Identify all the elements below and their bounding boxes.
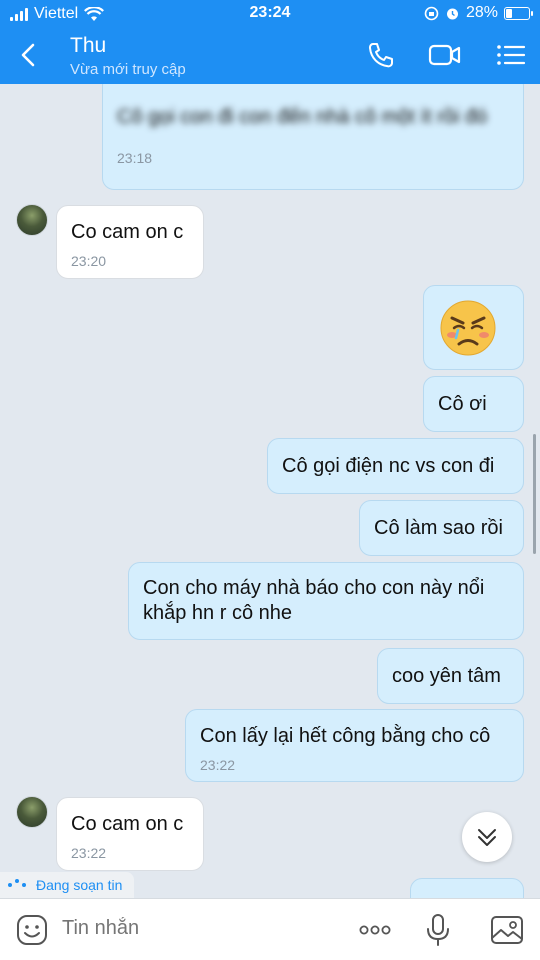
battery-icon <box>504 6 533 20</box>
message-bubble[interactable]: Con cho máy nhà báo cho con này nổi khắp… <box>128 562 524 640</box>
battery-fill <box>506 8 512 18</box>
avatar[interactable] <box>16 204 48 236</box>
video-call-icon[interactable] <box>428 40 462 70</box>
message-text: Co cam on c <box>71 813 184 835</box>
emoji-icon[interactable] <box>14 912 50 948</box>
message-input[interactable] <box>62 917 322 940</box>
message-bubble[interactable]: coo yên tâm <box>377 648 524 704</box>
status-bar: Viettel 23:24 28% <box>0 0 540 28</box>
typing-indicator: Đang soạn tin <box>0 872 135 898</box>
message-text: Cô gọi điện nc vs con đi <box>282 455 495 477</box>
rotation-lock-icon <box>424 6 439 20</box>
message-bubble[interactable]: Co cam on c 23:22 <box>56 797 204 871</box>
sticker-message[interactable] <box>423 285 524 370</box>
phone-icon[interactable] <box>364 40 398 70</box>
contact-name[interactable]: Thu <box>70 34 106 58</box>
message-bubble-partial[interactable] <box>410 878 524 898</box>
message-text: Cô gọi con đi con đến nhà cô một ít rồi … <box>117 106 488 128</box>
message-bubble[interactable]: Cô gọi con đi con đến nhà cô một ít rồi … <box>102 84 524 190</box>
input-bar <box>0 898 540 960</box>
message-list[interactable]: Cô gọi con đi con đến nhà cô một ít rồi … <box>0 84 540 898</box>
contact-status: Vừa mới truy cập <box>70 61 186 78</box>
more-icon[interactable] <box>357 912 393 948</box>
menu-icon[interactable] <box>494 40 528 70</box>
message-text: Cô ơi <box>438 393 487 415</box>
typing-dots-icon <box>8 879 26 887</box>
double-chevron-down-icon <box>478 829 496 846</box>
alarm-icon <box>446 8 458 19</box>
battery-percent: 28% <box>465 4 498 21</box>
status-right: 28% <box>424 4 533 22</box>
typing-label: Đang soạn tin <box>36 877 123 893</box>
message-text-line2: khắp hn r cô nhe <box>143 602 292 624</box>
message-bubble[interactable]: Co cam on c 23:20 <box>56 205 204 279</box>
scroll-to-bottom-button[interactable] <box>462 812 512 862</box>
message-bubble[interactable]: Con lấy lại hết công bằng cho cô 23:22 <box>185 709 524 782</box>
message-bubble[interactable]: Cô làm sao rồi <box>359 500 524 556</box>
image-icon[interactable] <box>489 912 525 948</box>
message-text: coo yên tâm <box>392 665 501 687</box>
scrollbar[interactable] <box>533 434 536 554</box>
microphone-icon[interactable] <box>420 912 456 948</box>
message-time: 23:18 <box>117 150 153 166</box>
message-time: 23:22 <box>71 845 107 861</box>
message-text: Co cam on c <box>71 221 184 243</box>
message-text: Con lấy lại hết công bằng cho cô <box>200 725 491 747</box>
message-time: 23:22 <box>200 757 236 773</box>
top-bar: Viettel 23:24 28% Thu Vừa mới truy cập <box>0 0 540 84</box>
avatar[interactable] <box>16 796 48 828</box>
message-time: 23:20 <box>71 253 107 269</box>
message-text: Cô làm sao rồi <box>374 517 503 539</box>
message-text-line1: Con cho máy nhà báo cho con này nổi <box>143 577 485 599</box>
back-icon[interactable] <box>14 38 44 72</box>
chat-header: Thu Vừa mới truy cập <box>0 28 540 84</box>
message-bubble[interactable]: Cô gọi điện nc vs con đi <box>267 438 524 494</box>
message-bubble[interactable]: Cô ơi <box>423 376 524 432</box>
crying-angry-emoji-icon <box>440 300 496 356</box>
